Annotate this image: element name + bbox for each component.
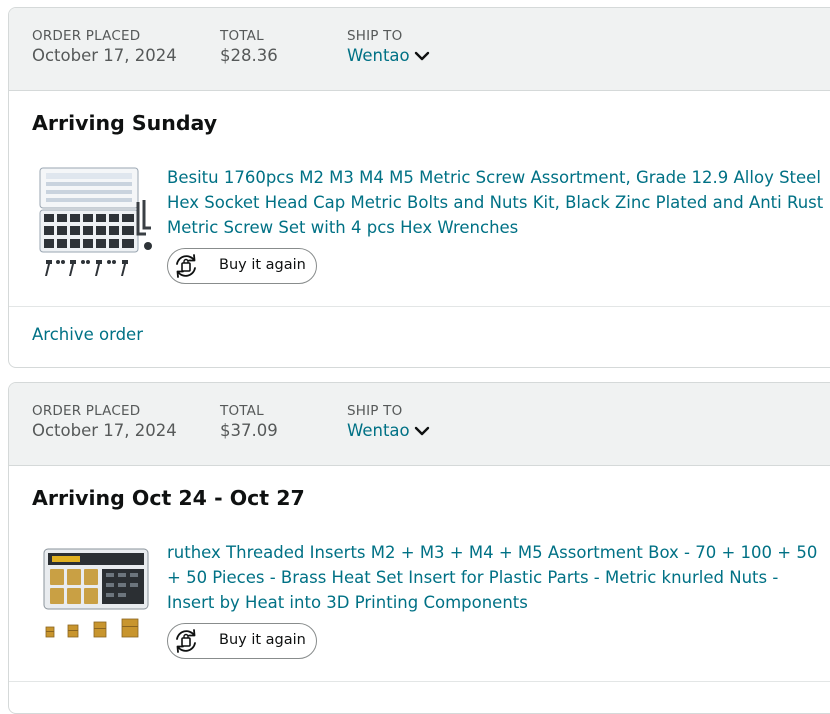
ship-to-name: Wentao [347, 46, 410, 65]
buy-it-again-label: Buy it again [219, 632, 306, 648]
order-footer: Archive order [9, 306, 830, 367]
delivery-status: Arriving Oct 24 - Oct 27 [32, 486, 305, 510]
delivery-status: Arriving Sunday [32, 111, 218, 135]
ship-to-label: SHIP TO [347, 403, 403, 419]
buy-it-again-button[interactable]: Buy it again [167, 623, 317, 659]
order-placed-label: ORDER PLACED [32, 28, 141, 44]
product-image[interactable] [38, 539, 156, 657]
chevron-down-icon [414, 51, 429, 60]
ship-to-dropdown[interactable]: Wentao [347, 421, 430, 440]
buy-it-again-button[interactable]: Buy it again [167, 248, 317, 284]
ship-to-name: Wentao [347, 421, 410, 440]
total-label: TOTAL [220, 28, 264, 44]
order-card: ORDER PLACED October 17, 2024 TOTAL $28.… [8, 7, 830, 368]
ship-to-column: SHIP TO Wentao [347, 28, 430, 65]
order-footer [9, 681, 830, 713]
order-total: $37.09 [220, 421, 278, 440]
total-column: TOTAL $37.09 [220, 403, 278, 440]
order-placed-column: ORDER PLACED October 17, 2024 [32, 28, 177, 65]
order-header: ORDER PLACED October 17, 2024 TOTAL $28.… [9, 8, 830, 91]
product-title-link[interactable]: Besitu 1760pcs M2 M3 M4 M5 Metric Screw … [167, 165, 827, 240]
chevron-down-icon [414, 426, 429, 435]
order-total: $28.36 [220, 46, 278, 65]
order-placed-column: ORDER PLACED October 17, 2024 [32, 403, 177, 440]
total-label: TOTAL [220, 403, 264, 419]
ship-to-label: SHIP TO [347, 28, 403, 44]
order-header: ORDER PLACED October 17, 2024 TOTAL $37.… [9, 383, 830, 466]
buy-it-again-label: Buy it again [219, 257, 306, 273]
ship-to-dropdown[interactable]: Wentao [347, 46, 430, 65]
buy-again-icon [176, 629, 196, 653]
order-placed-date: October 17, 2024 [32, 46, 177, 65]
ship-to-column: SHIP TO Wentao [347, 403, 430, 440]
order-card: ORDER PLACED October 17, 2024 TOTAL $37.… [8, 382, 830, 714]
product-title-link[interactable]: ruthex Threaded Inserts M2 + M3 + M4 + M… [167, 540, 827, 615]
order-placed-label: ORDER PLACED [32, 403, 141, 419]
archive-order-link[interactable]: Archive order [32, 325, 143, 344]
order-placed-date: October 17, 2024 [32, 421, 177, 440]
buy-again-icon [176, 254, 196, 278]
total-column: TOTAL $28.36 [220, 28, 278, 65]
product-image[interactable] [38, 164, 156, 282]
